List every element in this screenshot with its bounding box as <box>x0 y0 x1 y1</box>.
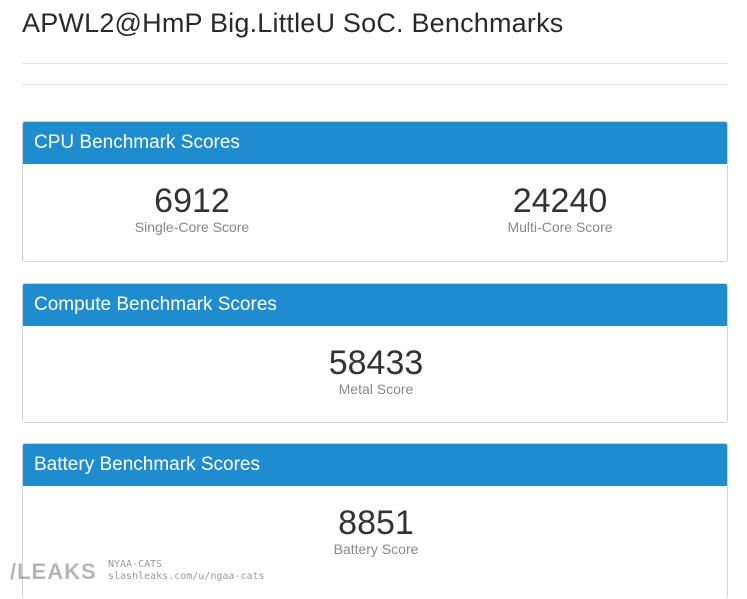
single-core-label: Single-Core Score <box>134 219 250 235</box>
multi-core-value: 24240 <box>512 182 608 220</box>
battery-panel-header: Battery Benchmark Scores <box>23 444 727 486</box>
metal-value: 58433 <box>328 344 424 382</box>
cpu-panel-body: 6912 Single-Core Score 24240 Multi-Core … <box>23 164 727 261</box>
multi-core-score: 24240 Multi-Core Score <box>410 182 710 236</box>
metal-label: Metal Score <box>338 381 414 397</box>
compute-benchmark-panel: Compute Benchmark Scores 58433 Metal Sco… <box>22 283 728 423</box>
single-core-value: 6912 <box>154 182 230 220</box>
divider <box>22 63 728 64</box>
battery-value: 8851 <box>338 504 414 542</box>
multi-core-label: Multi-Core Score <box>507 219 613 235</box>
cpu-panel-header: CPU Benchmark Scores <box>23 122 727 164</box>
watermark: /LEAKS NYAA-CATS slashleaks.com/u/ngaa-c… <box>10 559 310 589</box>
battery-label: Battery Score <box>333 541 419 557</box>
battery-score: 8851 Battery Score <box>226 504 526 558</box>
watermark-logo: /LEAKS <box>10 559 97 584</box>
watermark-user: NYAA-CATS <box>108 559 163 570</box>
compute-panel-body: 58433 Metal Score <box>23 326 727 422</box>
divider <box>22 84 728 85</box>
metal-score: 58433 Metal Score <box>226 344 526 398</box>
watermark-url: slashleaks.com/u/ngaa-cats <box>108 571 265 582</box>
compute-panel-header: Compute Benchmark Scores <box>23 284 727 326</box>
single-core-score: 6912 Single-Core Score <box>42 182 342 236</box>
cpu-benchmark-panel: CPU Benchmark Scores 6912 Single-Core Sc… <box>22 121 728 262</box>
page-title: APWL2@HmP Big.LittleU SoC. Benchmarks <box>22 8 564 38</box>
